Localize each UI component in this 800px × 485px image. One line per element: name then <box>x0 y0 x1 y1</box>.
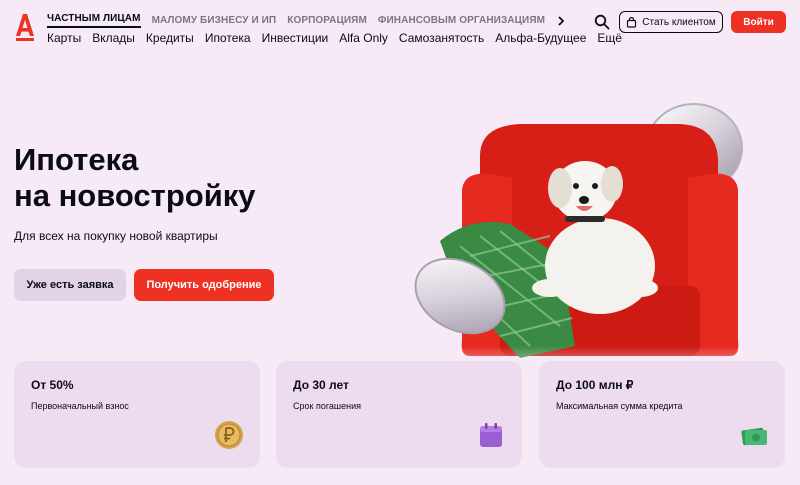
card-subtitle: Срок погашения <box>293 401 362 411</box>
feature-card-term: До 30 лет Срок погашения <box>276 361 522 468</box>
title-line-2: на новостройку <box>14 178 256 213</box>
main-menu: Карты Вклады Кредиты Ипотека Инвестиции … <box>47 31 622 45</box>
segment-financial-orgs[interactable]: ФИНАНСОВЫМ ОРГАНИЗАЦИЯМ <box>378 15 545 26</box>
get-approval-button[interactable]: Получить одобрение <box>134 269 274 301</box>
page-title: Ипотека на новостройку <box>14 142 256 214</box>
banknotes-icon <box>741 427 767 446</box>
bag-icon <box>627 16 637 28</box>
alfa-logo[interactable] <box>14 12 36 42</box>
menu-item-more[interactable]: Ещё <box>597 31 622 45</box>
menu-item-credits[interactable]: Кредиты <box>146 31 194 45</box>
title-line-1: Ипотека <box>14 142 139 177</box>
card-subtitle: Максимальная сумма кредита <box>556 401 683 411</box>
menu-item-mortgage[interactable]: Ипотека <box>205 31 251 45</box>
hero-illustration <box>400 103 800 386</box>
ruble-coin-icon <box>215 421 243 449</box>
feature-card-max-amount: До 100 млн ₽ Максимальная сумма кредита <box>539 361 785 468</box>
card-title: От 50% <box>31 378 74 392</box>
segment-private[interactable]: ЧАСТНЫМ ЛИЦАМ <box>47 13 141 28</box>
calendar-icon <box>480 423 502 447</box>
chevron-right-icon[interactable] <box>556 15 566 26</box>
card-title: До 100 млн ₽ <box>556 378 634 392</box>
segment-nav: ЧАСТНЫМ ЛИЦАМ МАЛОМУ БИЗНЕСУ И ИП КОРПОР… <box>47 13 566 28</box>
existing-application-button[interactable]: Уже есть заявка <box>14 269 126 301</box>
become-client-label: Стать клиентом <box>642 16 716 28</box>
become-client-button[interactable]: Стать клиентом <box>619 11 723 33</box>
menu-item-investments[interactable]: Инвестиции <box>262 31 329 45</box>
menu-item-alfa-only[interactable]: Alfa Only <box>339 31 388 45</box>
menu-item-self-employed[interactable]: Самозанятость <box>399 31 484 45</box>
segment-small-business[interactable]: МАЛОМУ БИЗНЕСУ И ИП <box>152 15 277 26</box>
search-icon[interactable] <box>594 14 610 30</box>
card-title: До 30 лет <box>293 378 349 392</box>
menu-item-deposits[interactable]: Вклады <box>92 31 135 45</box>
segment-corporations[interactable]: КОРПОРАЦИЯМ <box>287 15 367 26</box>
login-button[interactable]: Войти <box>731 11 786 33</box>
card-subtitle: Первоначальный взнос <box>31 401 129 411</box>
menu-item-cards[interactable]: Карты <box>47 31 81 45</box>
feature-card-down-payment: От 50% Первоначальный взнос <box>14 361 260 468</box>
hero-subtitle: Для всех на покупку новой квартиры <box>14 229 218 243</box>
menu-item-alfa-future[interactable]: Альфа-Будущее <box>495 31 586 45</box>
